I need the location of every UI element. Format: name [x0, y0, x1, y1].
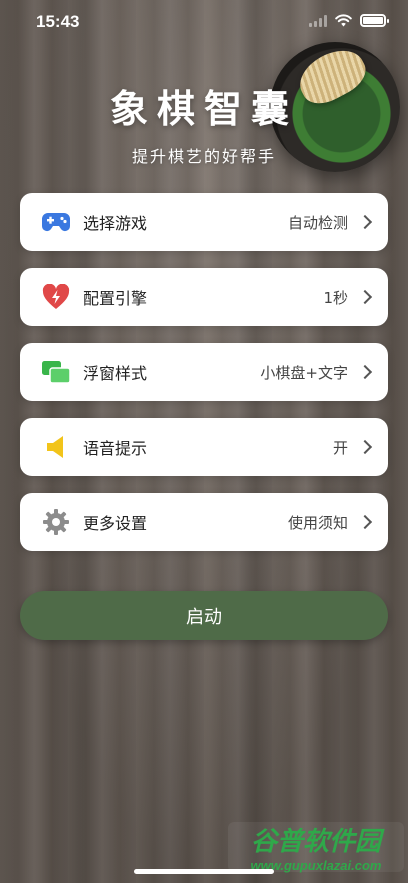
chevron-right-icon	[357, 514, 373, 530]
menu-item-float-style[interactable]: 浮窗样式 小棋盘+文字	[20, 343, 388, 401]
menu-item-more-settings[interactable]: 更多设置 使用须知	[20, 493, 388, 551]
start-button[interactable]: 启动	[20, 591, 388, 640]
menu-item-label: 浮窗样式	[83, 364, 148, 383]
app-subtitle: 提升棋艺的好帮手	[131, 147, 276, 166]
menu-item-voice-hint[interactable]: 语音提示 开	[20, 418, 388, 476]
gamepad-icon	[40, 206, 72, 238]
battery-icon	[360, 14, 389, 27]
menu-item-value: 开	[332, 438, 348, 457]
status-time: 15:43	[36, 12, 80, 31]
menu-item-select-game[interactable]: 选择游戏 自动检测	[20, 193, 388, 251]
windows-icon	[40, 356, 72, 388]
heart-bolt-icon	[40, 281, 72, 313]
menu-item-label: 选择游戏	[83, 214, 148, 233]
status-bar: 15:43	[0, 0, 408, 44]
chevron-right-icon	[357, 214, 373, 230]
gear-icon	[40, 506, 72, 538]
menu-item-value: 小棋盘+文字	[260, 363, 348, 382]
signal-icon	[309, 14, 327, 27]
menu-item-label: 配置引擎	[83, 289, 148, 308]
chevron-right-icon	[357, 439, 373, 455]
status-icons	[309, 14, 389, 27]
menu-item-value: 自动检测	[287, 213, 348, 232]
app-title: 象棋智囊	[109, 87, 298, 131]
home-indicator[interactable]	[134, 869, 274, 874]
menu-item-value: 使用须知	[287, 513, 348, 532]
wifi-icon	[335, 14, 352, 27]
chevron-right-icon	[357, 289, 373, 305]
settings-menu: 选择游戏 自动检测 配置引擎 1秒 浮窗样式 小棋盘+文字 语音提示 开 更多设…	[20, 193, 388, 568]
speaker-icon	[40, 431, 72, 463]
menu-item-label: 更多设置	[83, 514, 148, 533]
menu-item-engine-config[interactable]: 配置引擎 1秒	[20, 268, 388, 326]
chevron-right-icon	[357, 364, 373, 380]
watermark-text: 谷普软件园	[250, 827, 381, 857]
menu-item-value: 1秒	[323, 288, 348, 307]
watermark-logo: 谷普软件园 www.gupuxlazai.com	[228, 822, 404, 873]
menu-item-label: 语音提示	[83, 439, 148, 458]
